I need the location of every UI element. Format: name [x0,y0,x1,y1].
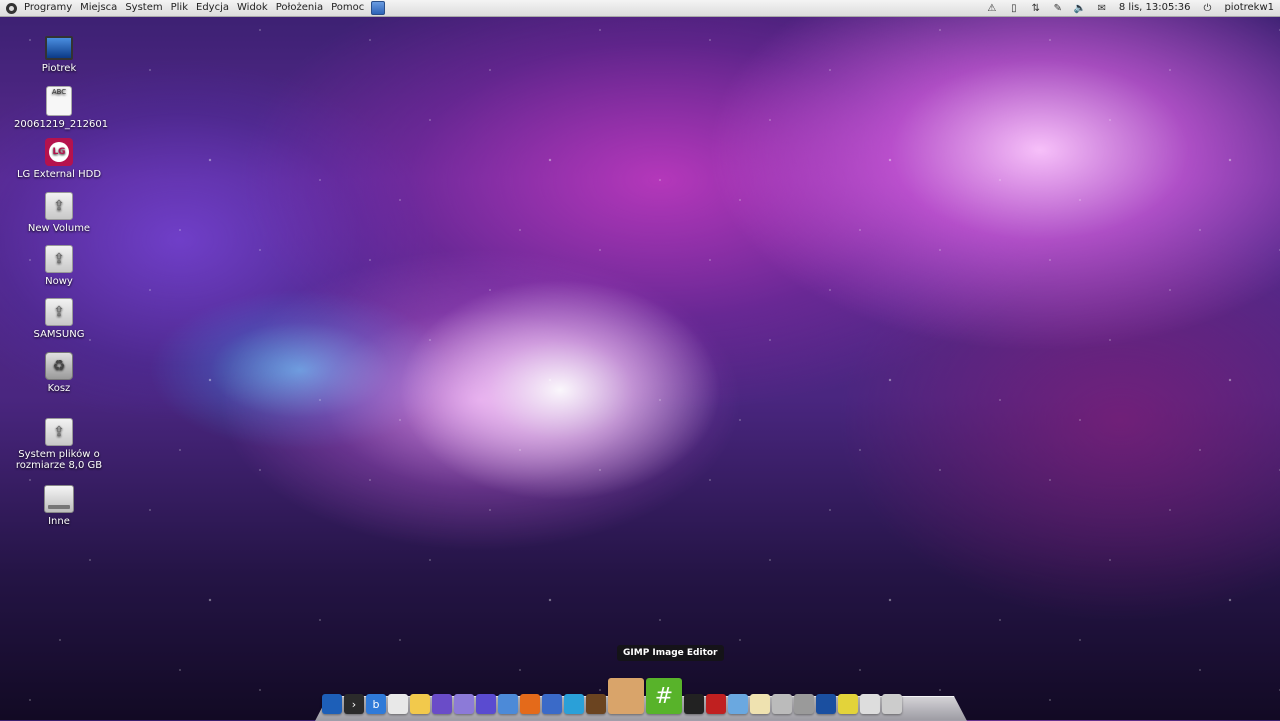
power-icon[interactable]: ⏻ [1199,0,1215,16]
gimp-icon[interactable] [608,678,644,714]
document-icon: ABC [46,86,72,116]
warning-icon[interactable]: ⚠ [984,0,1000,16]
menu-bar: Programy Miejsca System Plik Edycja Wido… [0,0,386,16]
menu-plik[interactable]: Plik [167,0,192,16]
desktop-icon-label: Nowy [45,276,73,287]
desktop-icon-label: Piotrek [41,63,77,74]
desktop-icon-label: SAMSUNG [33,329,85,340]
document-icon[interactable] [750,694,770,714]
mail-tray-icon[interactable]: ✉ [1094,0,1110,16]
desktop-icon-inne[interactable]: Inne [14,485,104,527]
monitor-icon[interactable] [322,694,342,714]
desktop-icon-label: Inne [48,516,70,527]
menu-system[interactable]: System [121,0,166,16]
desktop-icon-document[interactable]: ABC 20061219_212601 [14,86,109,130]
bluefish-icon[interactable]: b [366,694,386,714]
thunderbird-icon[interactable] [542,694,562,714]
dock: › b # [322,672,962,718]
user-name[interactable]: piotrekw1 [1218,0,1280,16]
desktop-icon-computer[interactable]: Piotrek [14,32,104,74]
menu-widok[interactable]: Widok [233,0,272,16]
clock[interactable]: 8 lis, 13:05:36 [1113,0,1197,16]
folder-icon[interactable] [728,694,748,714]
app-icon-blue[interactable] [498,694,518,714]
desktop-icon-label: LG External HDD [16,169,102,180]
dock-tooltip: GIMP Image Editor [617,645,724,661]
menu-pomoc[interactable]: Pomoc [327,0,368,16]
app-icon-purple[interactable] [432,694,452,714]
clipboard-icon[interactable]: ▯ [1006,0,1022,16]
notes-icon[interactable] [410,694,430,714]
terminal-icon[interactable]: › [344,694,364,714]
starfield-wallpaper [0,0,1280,720]
lg-logo-icon: LG [45,138,73,166]
menu-programy[interactable]: Programy [20,0,76,16]
menu-polozenia[interactable]: Położenia [272,0,327,16]
desktop-icon-nowy[interactable]: ⇪ Nowy [14,245,104,287]
clock-icon[interactable] [882,694,902,714]
top-panel: Programy Miejsca System Plik Edycja Wido… [0,0,1280,17]
desktop-icon-trash[interactable]: ♻ Kosz [14,352,104,394]
firefox-icon[interactable] [520,694,540,714]
network-icon[interactable]: ⇅ [1028,0,1044,16]
computer-icon [45,36,73,60]
app-icon-lavender[interactable] [454,694,474,714]
menu-miejsca[interactable]: Miejsca [76,0,121,16]
usb-drive-icon: ⇪ [45,418,73,446]
system-tray: ⚠ ▯ ⇅ ✎ 🔈 ✉ 8 lis, 13:05:36 ⏻ piotrekw1 [981,0,1280,16]
desktop-icon-filesystem[interactable]: ⇪ System plików o rozmiarze 8,0 GB [14,418,104,471]
desktop-icon-lg-hdd[interactable]: LG LG External HDD [14,138,104,180]
record-icon[interactable] [706,694,726,714]
desktop-icon-samsung[interactable]: ⇪ SAMSUNG [14,298,104,340]
hashtag-app-icon[interactable]: # [646,678,682,714]
system-monitor-icon[interactable] [684,694,704,714]
launcher-icon[interactable] [371,1,386,15]
usb-drive-icon: ⇪ [45,298,73,326]
trash-icon[interactable] [794,694,814,714]
volume-icon[interactable]: 🔈 [1072,0,1088,16]
usb-drive-icon: ⇪ [45,192,73,220]
device-icon[interactable] [772,694,792,714]
desktop-icon-label: 20061219_212601 [14,119,109,130]
desktop-icon-label: System plików o rozmiarze 8,0 GB [15,449,103,471]
desktop-icon-label: New Volume [27,223,91,234]
text-editor-icon[interactable] [388,694,408,714]
book-icon[interactable] [586,694,606,714]
browser-icon[interactable] [476,694,496,714]
menu-edycja[interactable]: Edycja [192,0,233,16]
usb-drive-icon: ⇪ [45,245,73,273]
ball-icon[interactable] [838,694,858,714]
hard-drive-icon [44,485,74,513]
app-icon-cyan[interactable] [564,694,584,714]
system-logo-icon[interactable] [6,2,17,14]
desktop-icon-new-volume[interactable]: ⇪ New Volume [14,192,104,234]
brush-icon[interactable]: ✎ [1050,0,1066,16]
screen-icon[interactable] [816,694,836,714]
trash-icon: ♻ [45,352,73,380]
desktop-icon-label: Kosz [47,383,71,394]
mail-icon[interactable] [860,694,880,714]
